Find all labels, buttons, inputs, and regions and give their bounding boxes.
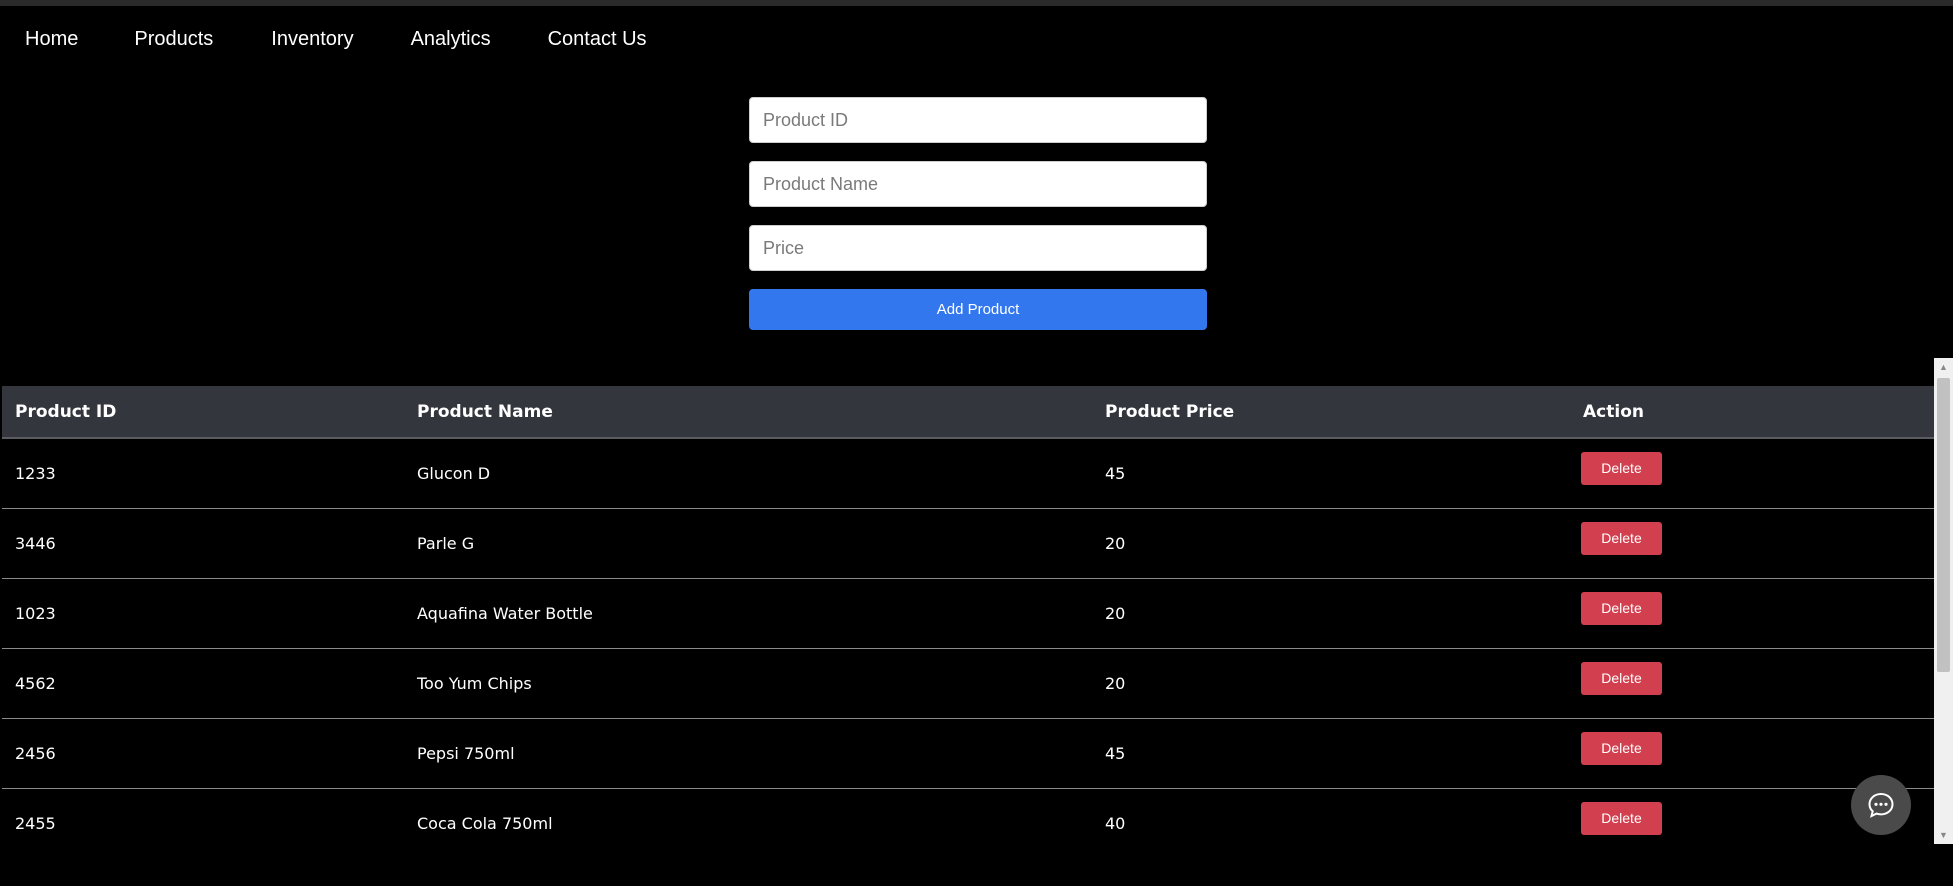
table-header: Product ID Product Name Product Price Ac… [2, 386, 1935, 439]
cell-product-name: Aquafina Water Bottle [404, 578, 1092, 649]
products-table-container: Product ID Product Name Product Price Ac… [2, 386, 1935, 858]
cell-product-id: 3446 [2, 508, 404, 579]
add-product-button[interactable]: Add Product [749, 289, 1207, 330]
cell-product-price: 40 [1105, 813, 1126, 833]
price-input[interactable] [749, 225, 1207, 271]
nav-link-inventory[interactable]: Inventory [271, 28, 353, 51]
table-body: 1233 Glucon D 45 Delete 3446 Parle G 20 … [2, 438, 1935, 858]
scroll-thumb[interactable] [1937, 378, 1950, 672]
scroll-up-arrow-icon[interactable]: ▲ [1934, 358, 1953, 376]
delete-button[interactable]: Delete [1581, 731, 1662, 765]
cell-product-name: Too Yum Chips [404, 648, 1092, 719]
table-row: 4562 Too Yum Chips 20 Delete [2, 648, 1935, 719]
table-row: 2456 Pepsi 750ml 45 Delete [2, 718, 1935, 789]
cell-product-name: Pepsi 750ml [404, 718, 1092, 789]
table-scrollbar[interactable]: ▲ ▼ [1934, 358, 1953, 844]
cell-product-id: 1233 [2, 438, 404, 509]
top-strip [0, 0, 1953, 6]
cell-product-id: 2455 [15, 813, 56, 833]
nav-link-products[interactable]: Products [134, 28, 213, 51]
scroll-down-arrow-icon[interactable]: ▼ [1934, 826, 1953, 844]
column-header-product-name: Product Name [404, 386, 1092, 439]
delete-button[interactable]: Delete [1581, 661, 1662, 695]
delete-button[interactable]: Delete [1581, 801, 1662, 835]
main-nav: Home Products Inventory Analytics Contac… [25, 28, 647, 51]
cell-product-id: 1023 [2, 578, 404, 649]
cell-product-price: 20 [1092, 648, 1570, 719]
cell-product-name: Glucon D [404, 438, 1092, 509]
cell-action: Delete [1570, 508, 1935, 579]
nav-link-analytics[interactable]: Analytics [411, 28, 491, 51]
cell-action: Delete [1570, 648, 1935, 719]
cell-product-name: Coca Cola 750ml [417, 813, 553, 833]
table-row: 1233 Glucon D 45 Delete [2, 438, 1935, 509]
add-product-form: Add Product [749, 97, 1207, 330]
nav-link-contact-us[interactable]: Contact Us [548, 28, 647, 51]
cell-action: Delete [1570, 578, 1935, 649]
table-row: 2455 Coca Cola 750ml 40 Delete [2, 788, 1935, 858]
column-header-product-price: Product Price [1092, 386, 1570, 439]
delete-button[interactable]: Delete [1581, 521, 1662, 555]
table-row: 1023 Aquafina Water Bottle 20 Delete [2, 578, 1935, 649]
delete-button[interactable]: Delete [1581, 451, 1662, 485]
cell-product-id: 4562 [2, 648, 404, 719]
cell-product-price: 45 [1092, 718, 1570, 789]
cell-action: Delete [1570, 438, 1935, 509]
nav-link-home[interactable]: Home [25, 28, 78, 51]
product-name-input[interactable] [749, 161, 1207, 207]
products-table: Product ID Product Name Product Price Ac… [2, 386, 1935, 858]
cell-product-price: 20 [1092, 508, 1570, 579]
chat-bubble-icon [1868, 792, 1894, 818]
cell-product-price: 45 [1092, 438, 1570, 509]
chat-button[interactable] [1851, 775, 1911, 835]
cell-product-name: Parle G [404, 508, 1092, 579]
cell-product-id: 2456 [2, 718, 404, 789]
delete-button[interactable]: Delete [1581, 591, 1662, 625]
product-id-input[interactable] [749, 97, 1207, 143]
table-header-row: Product ID Product Name Product Price Ac… [2, 386, 1935, 439]
app-root: Home Products Inventory Analytics Contac… [0, 0, 1953, 886]
cell-product-price: 20 [1092, 578, 1570, 649]
column-header-action: Action [1570, 386, 1935, 439]
table-row: 3446 Parle G 20 Delete [2, 508, 1935, 579]
column-header-product-id: Product ID [2, 386, 404, 439]
